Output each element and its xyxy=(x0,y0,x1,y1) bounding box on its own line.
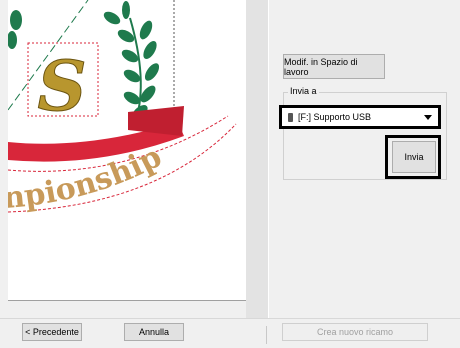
embroidery-preview-art: S npionship xyxy=(2,0,237,216)
divider-column xyxy=(246,0,268,318)
embroidery-preview-canvas: S npionship xyxy=(2,0,247,301)
back-button[interactable]: < Precedente xyxy=(22,323,82,341)
send-button[interactable]: Invia xyxy=(392,141,436,173)
send-to-label: Invia a xyxy=(288,86,319,96)
dialog-window: S npionship Modif. in Spazio di lavoro I… xyxy=(0,0,460,348)
monogram-letter: S xyxy=(37,47,86,127)
cancel-button[interactable]: Annulla xyxy=(124,323,184,341)
toolbar-separator xyxy=(266,326,267,344)
destination-select-value: [F:] Supporto USB xyxy=(298,112,372,122)
modify-in-workspace-button[interactable]: Modif. in Spazio di lavoro xyxy=(283,54,385,79)
laurel-left xyxy=(7,10,22,49)
destination-select[interactable]: [F:] Supporto USB xyxy=(279,105,441,129)
chevron-down-icon[interactable] xyxy=(424,114,432,120)
laurel-right xyxy=(103,1,160,121)
usb-drive-icon xyxy=(288,112,293,122)
create-new-embroidery-button[interactable]: Crea nuovo ricamo xyxy=(282,323,428,341)
